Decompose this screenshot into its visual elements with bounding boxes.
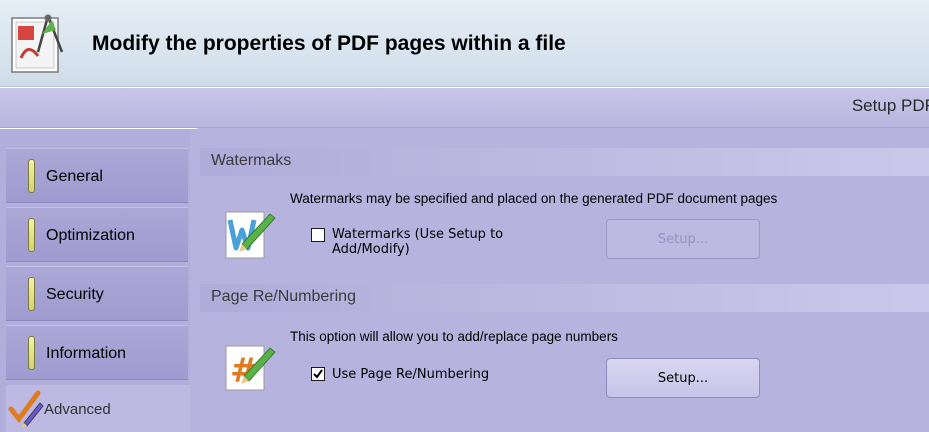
sidebar-item-label: Information (46, 345, 127, 362)
watermark-icon (225, 211, 276, 259)
setup-pdf-label: Setup PDF (851, 96, 929, 115)
watermarks-section-title: Watermaks (211, 152, 292, 169)
renumbering-setup-button[interactable]: Setup... (606, 358, 760, 398)
tab-marker-icon (28, 277, 35, 311)
watermarks-description: Watermarks may be specified and placed o… (290, 191, 778, 206)
page-number-icon: # (225, 345, 276, 391)
tab-marker-icon (28, 218, 35, 252)
checkmark-icon (313, 369, 323, 379)
sidebar-item-label: Security (46, 286, 104, 303)
window-title: Modify the properties of PDF pages withi… (92, 32, 566, 55)
setup-bar: Setup PDF (0, 88, 929, 128)
renumbering-section-title: Page Re/Numbering (211, 288, 356, 305)
sidebar-item-optimization[interactable]: Optimization (6, 207, 188, 262)
renumbering-section-header: Page Re/Numbering (200, 284, 929, 312)
sidebar-item-security[interactable]: Security (6, 266, 188, 321)
sidebar-item-label: General (46, 168, 103, 185)
sidebar-item-label: Advanced (44, 401, 111, 418)
sidebar: General Optimization Security Informatio… (0, 148, 190, 432)
tab-marker-icon (28, 159, 35, 193)
sidebar-item-advanced[interactable]: Advanced (6, 385, 190, 432)
sidebar-item-information[interactable]: Information (6, 325, 188, 380)
tab-marker-icon (28, 336, 35, 370)
watermarks-setup-button[interactable]: Setup... (606, 219, 760, 259)
renumbering-description: This option will allow you to add/replac… (290, 329, 618, 344)
checkmark-pencil-icon (8, 390, 44, 427)
watermarks-checkbox[interactable] (311, 228, 325, 242)
watermarks-section-header: Watermaks (200, 148, 929, 176)
app-logo-icon (11, 14, 64, 73)
sidebar-item-general[interactable]: General (6, 148, 188, 203)
watermarks-checkbox-label: Watermarks (Use Setup to Add/Modify) (332, 227, 504, 257)
title-bar: Modify the properties of PDF pages withi… (0, 0, 929, 87)
renumbering-checkbox-label: Use Page Re/Numbering (332, 367, 490, 382)
renumbering-checkbox[interactable] (311, 367, 325, 381)
sidebar-item-label: Optimization (46, 227, 135, 244)
advanced-panel: Watermaks Watermarks may be specified an… (190, 128, 929, 432)
